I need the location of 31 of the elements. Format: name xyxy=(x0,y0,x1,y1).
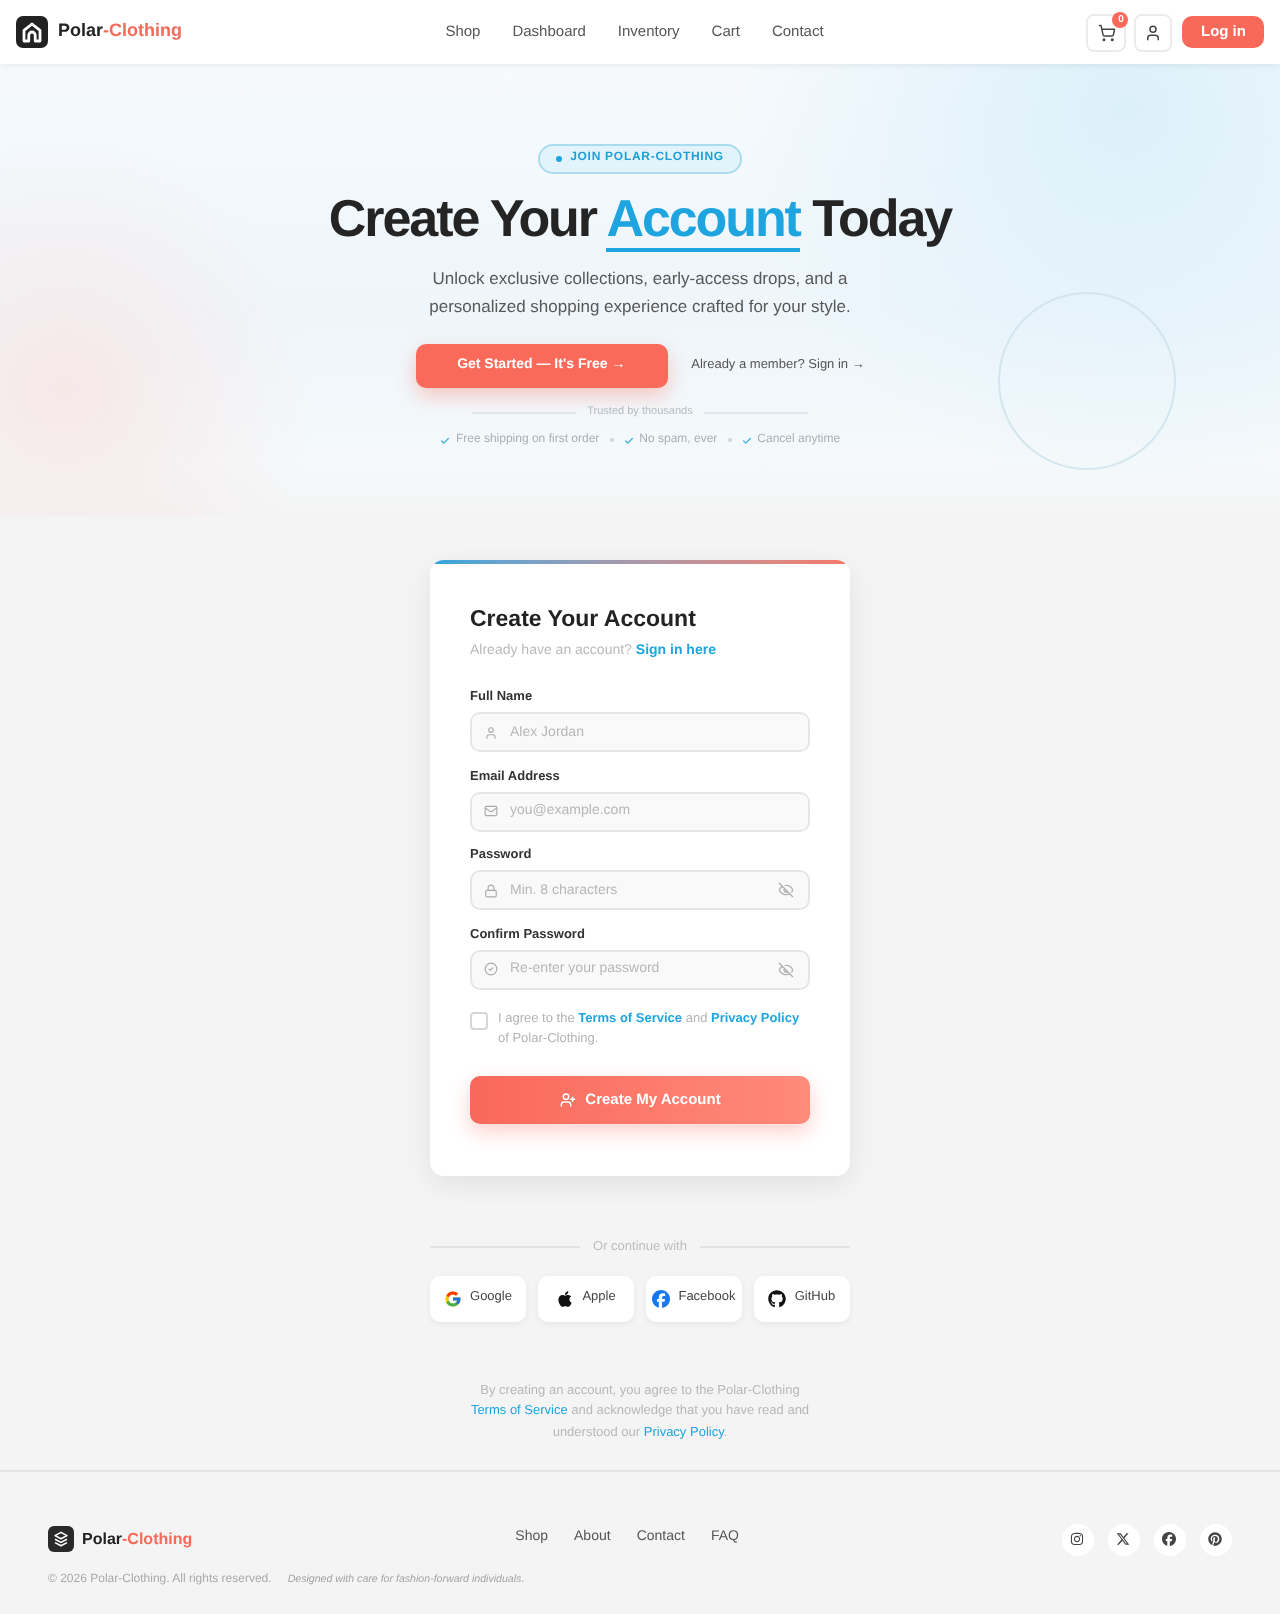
lock-icon xyxy=(484,883,498,897)
social-link[interactable] xyxy=(1061,1523,1094,1556)
facebook-icon xyxy=(652,1289,671,1307)
check-icon xyxy=(439,435,450,445)
apple-icon xyxy=(556,1289,575,1307)
check-icon xyxy=(623,435,634,445)
google-icon xyxy=(444,1289,463,1307)
brand-name[interactable]: Polar-Clothing xyxy=(82,1527,193,1552)
cart-icon xyxy=(1097,23,1116,41)
house-logo-icon xyxy=(16,16,48,48)
social-link[interactable] xyxy=(1153,1523,1186,1556)
github-icon xyxy=(768,1289,787,1307)
instagram-icon xyxy=(1070,1532,1085,1547)
social-link[interactable] xyxy=(1107,1523,1140,1556)
social-link[interactable] xyxy=(1199,1523,1232,1556)
user-plus-icon xyxy=(559,1091,576,1107)
layers-logo-icon xyxy=(48,1526,74,1553)
check-circle-icon xyxy=(484,962,498,976)
hero-subtitle: Unlock exclusive collections, early-access drops, and a personalized shopping experience crafted for your style. xyxy=(427,266,853,320)
card-title: Create Your Account xyxy=(470,606,698,634)
hero-title: Create Your Account Today xyxy=(328,188,952,248)
account-button[interactable] xyxy=(1134,13,1173,51)
pinterest-icon xyxy=(1208,1532,1223,1547)
mail-icon xyxy=(484,804,498,818)
user-icon xyxy=(1144,23,1163,41)
x-icon xyxy=(1116,1532,1131,1547)
agree-checkbox[interactable] xyxy=(470,1011,488,1029)
check-icon xyxy=(741,435,752,445)
person-icon xyxy=(484,725,498,739)
facebook-icon xyxy=(1162,1532,1177,1547)
brand-name[interactable]: Polar-Clothing xyxy=(58,18,183,46)
